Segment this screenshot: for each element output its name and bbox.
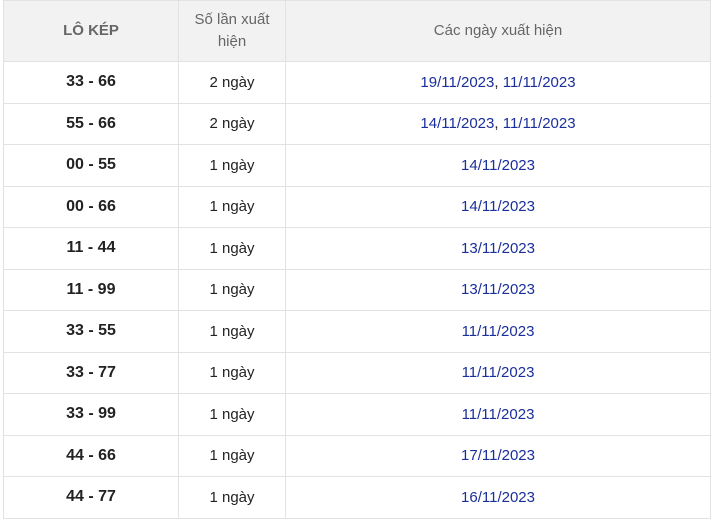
- header-lo-kep: LÔ KÉP: [3, 0, 179, 62]
- count-cell: 1 ngày: [178, 268, 286, 311]
- table-row: 11 - 44 1 ngày 13/11/2023: [3, 227, 711, 270]
- table-body: 33 - 66 2 ngày 19/11/2023, 11/11/2023 55 - …: [3, 61, 711, 519]
- table-row: 11 - 99 1 ngày 13/11/2023: [3, 268, 711, 311]
- pair-cell: 11 - 99: [3, 268, 179, 311]
- date-link[interactable]: 11/11/2023: [503, 115, 576, 132]
- lo-kep-table: LÔ KÉP Số lần xuất hiện Các ngày xuất hi…: [3, 0, 711, 519]
- pair-cell: 00 - 66: [3, 185, 179, 228]
- date-separator: ,: [494, 115, 503, 133]
- count-cell: 1 ngày: [178, 144, 286, 187]
- date-link[interactable]: 13/11/2023: [461, 281, 535, 298]
- date-link[interactable]: 16/11/2023: [461, 489, 535, 506]
- pair-cell: 11 - 44: [3, 227, 179, 270]
- dates-cell: 11/11/2023: [285, 393, 711, 436]
- table-header-row: LÔ KÉP Số lần xuất hiện Các ngày xuất hi…: [3, 0, 711, 62]
- dates-cell: 17/11/2023: [285, 434, 711, 477]
- table-row: 33 - 99 1 ngày 11/11/2023: [3, 393, 711, 436]
- date-link[interactable]: 14/11/2023: [461, 198, 535, 215]
- pair-cell: 55 - 66: [3, 102, 179, 145]
- pair-cell: 44 - 77: [3, 476, 179, 519]
- pair-cell: 33 - 99: [3, 393, 179, 436]
- dates-cell: 11/11/2023: [285, 310, 711, 353]
- dates-cell: 19/11/2023, 11/11/2023: [285, 61, 711, 104]
- dates-cell: 11/11/2023: [285, 351, 711, 394]
- count-cell: 1 ngày: [178, 227, 286, 270]
- date-separator: ,: [494, 73, 503, 91]
- dates-cell: 14/11/2023: [285, 185, 711, 228]
- count-cell: 2 ngày: [178, 102, 286, 145]
- dates-cell: 14/11/2023: [285, 144, 711, 187]
- table-row: 00 - 66 1 ngày 14/11/2023: [3, 185, 711, 228]
- count-cell: 2 ngày: [178, 61, 286, 104]
- pair-cell: 33 - 55: [3, 310, 179, 353]
- date-link[interactable]: 17/11/2023: [461, 447, 535, 464]
- dates-cell: 13/11/2023: [285, 227, 711, 270]
- table-row: 00 - 55 1 ngày 14/11/2023: [3, 144, 711, 187]
- count-cell: 1 ngày: [178, 351, 286, 394]
- pair-cell: 00 - 55: [3, 144, 179, 187]
- date-link[interactable]: 14/11/2023: [461, 157, 535, 174]
- table-row: 33 - 66 2 ngày 19/11/2023, 11/11/2023: [3, 61, 711, 104]
- date-link[interactable]: 14/11/2023: [420, 115, 494, 132]
- count-cell: 1 ngày: [178, 476, 286, 519]
- count-cell: 1 ngày: [178, 310, 286, 353]
- dates-cell: 14/11/2023, 11/11/2023: [285, 102, 711, 145]
- table-row: 33 - 77 1 ngày 11/11/2023: [3, 351, 711, 394]
- date-link[interactable]: 19/11/2023: [420, 74, 494, 91]
- header-cac-ngay-xuat-hien: Các ngày xuất hiện: [285, 0, 711, 62]
- pair-cell: 44 - 66: [3, 434, 179, 477]
- header-so-lan-xuat-hien: Số lần xuất hiện: [178, 0, 286, 62]
- count-cell: 1 ngày: [178, 393, 286, 436]
- date-link[interactable]: 11/11/2023: [462, 364, 535, 381]
- pair-cell: 33 - 66: [3, 61, 179, 104]
- date-link[interactable]: 13/11/2023: [461, 240, 535, 257]
- table-row: 55 - 66 2 ngày 14/11/2023, 11/11/2023: [3, 102, 711, 145]
- dates-cell: 16/11/2023: [285, 476, 711, 519]
- count-cell: 1 ngày: [178, 185, 286, 228]
- date-link[interactable]: 11/11/2023: [503, 74, 576, 91]
- date-link[interactable]: 11/11/2023: [462, 406, 535, 423]
- count-cell: 1 ngày: [178, 434, 286, 477]
- date-link[interactable]: 11/11/2023: [462, 323, 535, 340]
- dates-cell: 13/11/2023: [285, 268, 711, 311]
- table-row: 44 - 77 1 ngày 16/11/2023: [3, 476, 711, 519]
- table-row: 33 - 55 1 ngày 11/11/2023: [3, 310, 711, 353]
- table-row: 44 - 66 1 ngày 17/11/2023: [3, 434, 711, 477]
- pair-cell: 33 - 77: [3, 351, 179, 394]
